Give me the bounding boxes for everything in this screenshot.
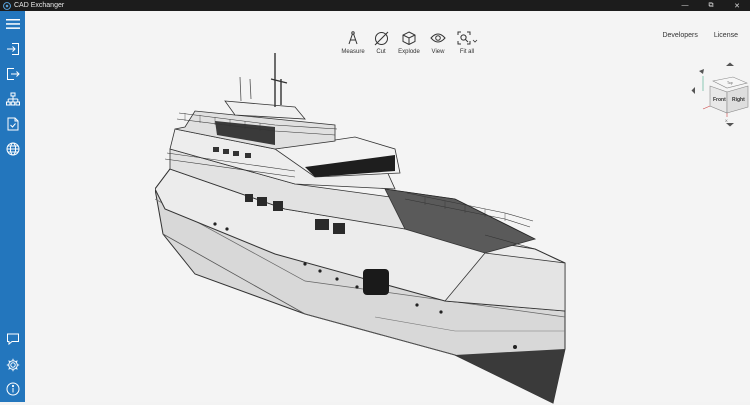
- menu-button[interactable]: [3, 14, 22, 33]
- view-tool[interactable]: View: [426, 29, 450, 71]
- restore-icon: ⧉: [708, 1, 714, 9]
- model-tree-button[interactable]: [3, 89, 22, 108]
- header-links: Developers License: [662, 32, 738, 39]
- feedback-button[interactable]: [3, 329, 22, 348]
- rotate-down-arrow[interactable]: [726, 123, 734, 127]
- explode-label: Explode: [398, 49, 420, 55]
- explode-tool[interactable]: Explode: [396, 29, 422, 71]
- app-logo-icon: [3, 1, 11, 10]
- properties-button[interactable]: [3, 114, 22, 133]
- 3d-viewport[interactable]: Measure Cut Explode View Fit all Develop…: [25, 11, 750, 405]
- axis-x-label: X: [725, 118, 728, 123]
- window-title: CAD Exchanger: [14, 2, 65, 9]
- view-cube[interactable]: Front Right Top X: [691, 61, 750, 139]
- developers-link[interactable]: Developers: [662, 32, 697, 39]
- web-button[interactable]: [3, 139, 22, 158]
- section-cut-icon: [374, 31, 388, 45]
- gear-icon: [6, 358, 19, 371]
- chevron-down-icon[interactable]: [472, 38, 478, 44]
- info-icon: [6, 382, 19, 395]
- settings-button[interactable]: [3, 355, 22, 374]
- rotate-left-arrow[interactable]: [691, 87, 696, 94]
- export-button[interactable]: [3, 64, 22, 83]
- compass-measure-icon: [348, 31, 358, 45]
- import-icon: [6, 42, 19, 55]
- close-icon: ✕: [734, 2, 740, 10]
- title-bar: CAD Exchanger — ⧉ ✕: [0, 0, 750, 11]
- maximize-button[interactable]: ⧉: [698, 0, 724, 11]
- chat-bubble-icon: [6, 333, 19, 345]
- roll-left-arrow[interactable]: [699, 69, 704, 74]
- cut-tool[interactable]: Cut: [370, 29, 392, 71]
- document-properties-icon: [7, 117, 18, 130]
- cube-top-face[interactable]: Top: [727, 81, 733, 85]
- view-toolbar: Measure Cut Explode View Fit all: [340, 29, 484, 71]
- fit-all-tool[interactable]: Fit all: [454, 29, 480, 71]
- measure-tool[interactable]: Measure: [340, 29, 366, 71]
- about-button[interactable]: [3, 379, 22, 398]
- model-tree-icon: [5, 92, 20, 105]
- fit-all-icon: [457, 31, 470, 45]
- license-link[interactable]: License: [714, 32, 738, 39]
- measure-label: Measure: [341, 49, 365, 55]
- export-icon: [6, 67, 20, 80]
- minimize-button[interactable]: —: [672, 0, 698, 11]
- view-label: View: [431, 49, 445, 55]
- globe-icon: [6, 142, 19, 155]
- import-button[interactable]: [3, 39, 22, 58]
- fit-all-label: Fit all: [459, 49, 475, 55]
- eye-icon: [430, 33, 446, 43]
- yacht-model[interactable]: [155, 49, 595, 405]
- cut-label: Cut: [376, 49, 386, 55]
- sidebar: [0, 11, 25, 402]
- rotate-up-arrow[interactable]: [726, 62, 734, 67]
- close-button[interactable]: ✕: [724, 0, 750, 11]
- explode-cube-icon: [402, 31, 416, 45]
- minimize-icon: —: [681, 2, 689, 9]
- hamburger-menu-icon: [5, 18, 20, 29]
- cube-right-face[interactable]: Right: [732, 97, 745, 103]
- cube-front-face[interactable]: Front: [713, 97, 726, 103]
